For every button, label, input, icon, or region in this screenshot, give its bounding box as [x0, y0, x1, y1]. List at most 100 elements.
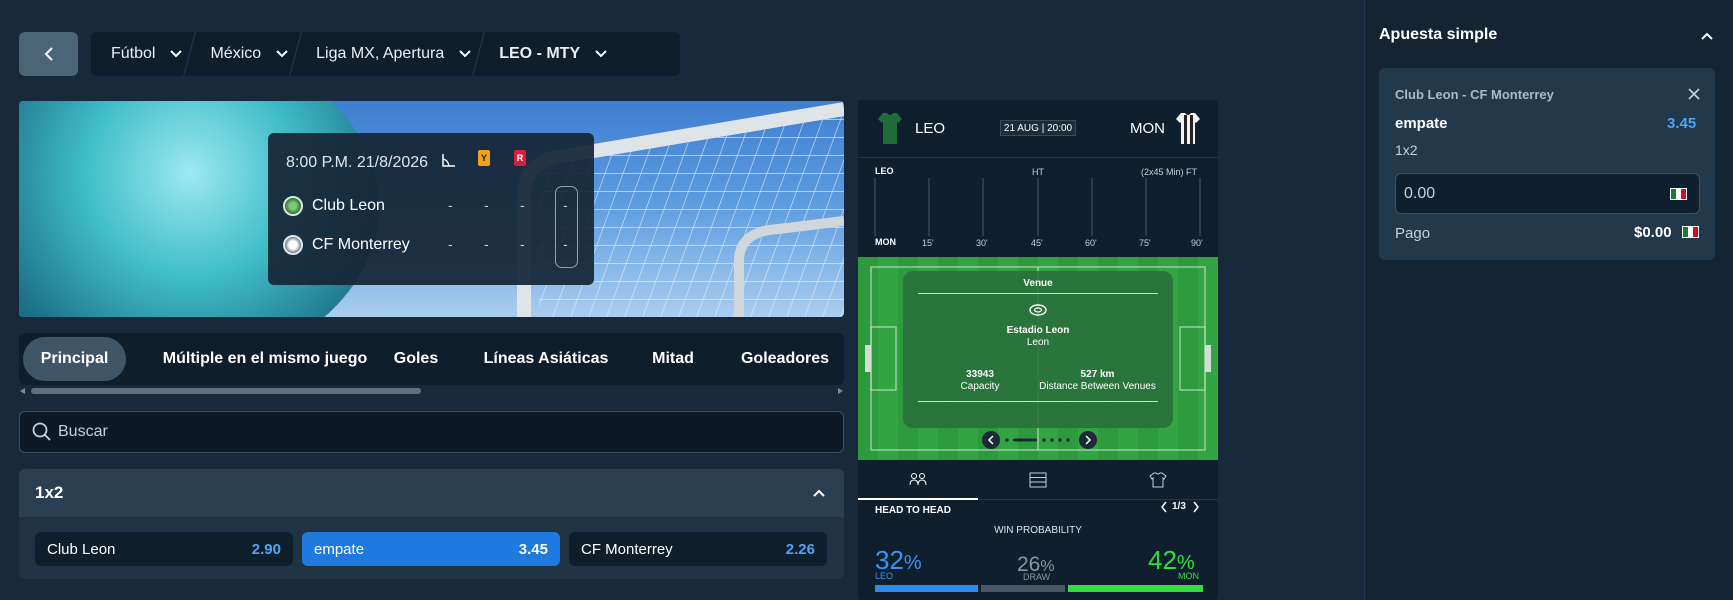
pct-sign: % — [903, 552, 922, 574]
timeline-tick: 45' — [1031, 238, 1043, 248]
score-cell: - — [520, 197, 525, 213]
table-icon — [1029, 472, 1047, 488]
chevron-up-icon[interactable] — [1700, 31, 1714, 41]
timeline-ft-label: (2x45 Min) FT — [1141, 167, 1198, 177]
timeline-tick: 15' — [922, 238, 934, 248]
search-placeholder: Buscar — [58, 423, 108, 440]
h2h-next-icon[interactable] — [1191, 500, 1201, 514]
timeline-away-label: MON — [875, 237, 896, 247]
players-icon — [909, 473, 927, 486]
tab-lineas-asiaticas[interactable]: Líneas Asiáticas — [474, 337, 618, 381]
bet-selection: empate — [1395, 115, 1448, 132]
timeline-tick: 75' — [1139, 238, 1151, 248]
bet-market: 1x2 — [1395, 142, 1418, 158]
breadcrumb-event[interactable]: LEO - MTY — [479, 32, 614, 76]
mexico-flag-icon — [1670, 187, 1687, 200]
timeline-home-label: LEO — [875, 166, 894, 176]
close-icon[interactable] — [1688, 88, 1700, 100]
tab-goles[interactable]: Goles — [385, 337, 447, 381]
away-jersey-icon — [1176, 113, 1200, 144]
tab-mitad[interactable]: Mitad — [640, 337, 706, 381]
odd-button-draw[interactable]: empate 3.45 — [302, 532, 560, 566]
chevron-left-icon — [987, 435, 994, 445]
draw-prob-bar — [981, 585, 1065, 592]
chevron-up-icon — [813, 489, 825, 497]
carousel-prev-button[interactable] — [982, 431, 1000, 449]
chevron-down-icon — [276, 50, 288, 58]
venue-title: Venue — [1023, 278, 1053, 289]
tab-standings[interactable] — [978, 460, 1098, 500]
breadcrumb-country[interactable]: México — [190, 32, 295, 76]
carousel-next-button[interactable] — [1079, 431, 1097, 449]
search-input[interactable]: Buscar — [19, 411, 844, 453]
stake-input[interactable]: 0.00 — [1395, 173, 1700, 214]
scroll-left-icon[interactable] — [19, 387, 27, 395]
timeline-tick: 30' — [976, 238, 988, 248]
breadcrumb-sport[interactable]: Fútbol — [91, 32, 189, 76]
home-jersey-icon — [878, 113, 902, 144]
odd-value: 3.45 — [518, 540, 548, 558]
stadium-icon — [1029, 304, 1047, 316]
bet-slip-title: Apuesta simple — [1379, 26, 1498, 43]
h2h-title: HEAD TO HEAD — [875, 505, 951, 516]
payout-label: Pago — [1395, 225, 1431, 242]
yellow-card-icon: Y — [478, 150, 490, 166]
odd-button-home[interactable]: Club Leon 2.90 — [35, 532, 293, 566]
tab-goleadores[interactable]: Goleadores — [730, 337, 840, 381]
bet-match-name: Club Leon - CF Monterrey — [1395, 87, 1554, 102]
bet-odds: 3.45 — [1667, 115, 1697, 132]
chevron-right-icon — [1085, 435, 1092, 445]
probability-bar — [875, 585, 1203, 592]
match-date-badge: 21 AUG | 20:00 — [1000, 120, 1076, 136]
win-probability-label: WIN PROBABILITY — [994, 525, 1082, 536]
odd-label: Club Leon — [47, 540, 116, 558]
horizontal-scrollbar[interactable] — [31, 388, 421, 394]
h2h-prev-icon[interactable] — [1159, 500, 1169, 514]
score-cell: - — [484, 236, 489, 252]
breadcrumb: Fútbol México Liga MX, Apertura LEO - MT… — [91, 32, 680, 76]
score-cell: - — [448, 236, 453, 252]
score-cell: - — [448, 197, 453, 213]
market-header[interactable]: 1x2 — [19, 469, 844, 517]
venue-distance-value: 527 km — [1080, 369, 1115, 380]
odd-value: 2.26 — [785, 540, 815, 558]
score-cell: - — [484, 197, 489, 213]
carousel-dots — [1005, 438, 1070, 442]
pct-value: 42 — [1148, 545, 1177, 575]
mexico-flag-icon — [1682, 226, 1699, 238]
breadcrumb-label: Fútbol — [111, 45, 156, 62]
chevron-down-icon — [595, 50, 607, 58]
score-cell: - — [520, 236, 525, 252]
tab-multiple[interactable]: Múltiple en el mismo juego — [145, 337, 385, 381]
corner-flag-icon — [442, 154, 455, 167]
scoreboard-home-team: Club Leon — [283, 196, 385, 216]
red-card-icon: R — [514, 150, 526, 166]
back-button[interactable] — [19, 32, 78, 76]
odd-label: empate — [314, 540, 365, 558]
home-prob-bar — [875, 585, 979, 592]
payout-value: $0.00 — [1634, 224, 1672, 241]
venue-divider — [918, 293, 1158, 294]
home-abbr: LEO — [915, 120, 946, 137]
away-abbr: MON — [1130, 120, 1165, 137]
tab-lineups[interactable] — [1098, 460, 1218, 500]
odd-button-away[interactable]: CF Monterrey 2.26 — [569, 532, 827, 566]
chevron-down-icon — [170, 50, 183, 58]
match-datetime: 8:00 P.M. 21/8/2026 — [286, 154, 429, 171]
home-win-label: LEO — [875, 571, 894, 581]
tab-head-to-head[interactable] — [858, 460, 978, 500]
breadcrumb-label: Liga MX, Apertura — [316, 45, 445, 62]
breadcrumb-label: México — [210, 45, 262, 62]
team-name: CF Monterrey — [312, 236, 410, 253]
team-logo — [283, 196, 303, 216]
chevron-left-icon — [44, 47, 53, 61]
h2h-page: 1/3 — [1172, 501, 1186, 512]
search-icon — [32, 422, 51, 441]
timeline-ht-label: HT — [1032, 167, 1044, 177]
jersey-icon — [1149, 472, 1167, 488]
scroll-right-icon[interactable] — [836, 387, 844, 395]
stake-value: 0.00 — [1404, 184, 1436, 202]
tab-principal[interactable]: Principal — [23, 337, 126, 381]
venue-capacity-value: 33943 — [966, 369, 994, 380]
breadcrumb-league[interactable]: Liga MX, Apertura — [296, 32, 478, 76]
